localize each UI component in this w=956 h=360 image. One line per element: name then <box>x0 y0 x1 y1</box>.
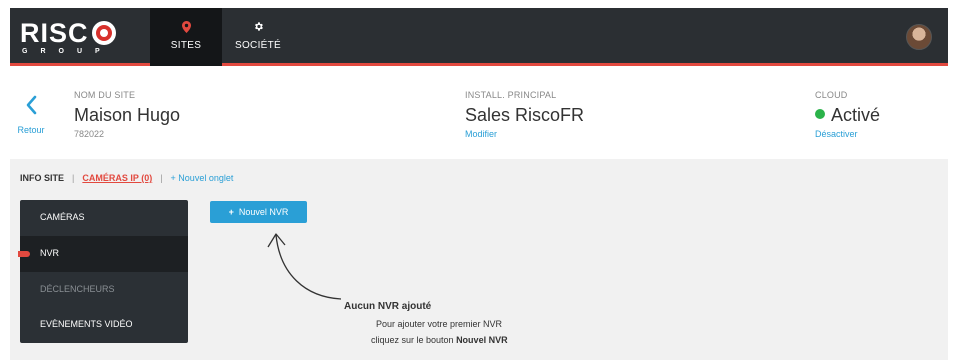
deactivate-cloud-link[interactable]: Désactiver <box>815 129 880 139</box>
nav-label-societe: SOCIÉTÉ <box>235 40 281 51</box>
back-label: Retour <box>17 125 45 135</box>
installer-value: Sales RiscoFR <box>465 105 585 125</box>
site-name-value: Maison Hugo <box>74 105 181 125</box>
nav-item-societe[interactable]: SOCIÉTÉ <box>222 8 294 66</box>
nav-label-sites: SITES <box>170 40 202 51</box>
nav-item-sites[interactable]: SITES <box>150 8 222 66</box>
cloud-block: CLOUD Activé Désactiver <box>815 90 880 139</box>
menu-item-nvr-label: NVR <box>40 247 60 258</box>
cloud-status-value: Activé <box>831 105 881 125</box>
user-avatar[interactable] <box>906 24 932 50</box>
site-info-header: Retour NOM DU SITE Maison Hugo 782022 IN… <box>10 69 948 159</box>
modify-installer-link[interactable]: Modifier <box>465 129 584 139</box>
site-id: 782022 <box>74 129 105 139</box>
tab-separator: | <box>72 173 75 183</box>
tab-cameras-ip[interactable]: CAMÉRAS IP (0) <box>82 173 152 183</box>
empty-state-hint-button-name: Nouvel NVR <box>456 335 508 345</box>
camera-side-menu: CAMÉRAS NVR DÉCLENCHEURS EVÈNEMENTS VIDÉ… <box>18 200 188 343</box>
logo-wordmark: RISC <box>20 18 89 48</box>
content-area: INFO SITE | CAMÉRAS IP (0) | + Nouvel onglet… <box>10 159 948 360</box>
back-button[interactable]: Retour <box>10 95 52 135</box>
empty-state-hint: cliquez sur le bouton Nouvel NVR <box>371 335 508 345</box>
site-name-block: NOM DU SITE Maison Hugo 782022 <box>74 90 180 139</box>
plus-icon: + <box>228 207 234 217</box>
menu-item-video-events[interactable]: EVÈNEMENTS VIDÉO <box>20 307 188 343</box>
risco-logo[interactable]: RISC GROUP <box>20 18 132 58</box>
menu-item-cameras[interactable]: CAMÉRAS <box>20 200 188 236</box>
new-nvr-button-label: Nouvel NVR <box>238 207 289 217</box>
empty-state-text: Pour ajouter votre premier NVR <box>376 319 503 329</box>
empty-state-hint-text: cliquez sur le bouton <box>371 335 457 345</box>
cloud-label: CLOUD <box>815 90 848 100</box>
installer-block: INSTALL. PRINCIPAL Sales RiscoFR Modifie… <box>465 90 584 139</box>
empty-state-title: Aucun NVR ajouté <box>344 301 432 312</box>
tab-separator: | <box>160 173 163 183</box>
chevron-left-icon <box>10 95 52 119</box>
status-dot-icon <box>815 109 825 119</box>
menu-item-triggers[interactable]: DÉCLENCHEURS <box>20 272 188 308</box>
new-nvr-button[interactable]: + Nouvel NVR <box>210 201 307 223</box>
installer-label: INSTALL. PRINCIPAL <box>465 90 557 100</box>
site-name-label: NOM DU SITE <box>74 90 136 100</box>
menu-item-nvr[interactable]: NVR <box>18 235 188 272</box>
gear-icon <box>222 21 294 35</box>
site-tabs: INFO SITE | CAMÉRAS IP (0) | + Nouvel onglet <box>20 173 233 183</box>
cloud-status: Activé <box>815 104 880 126</box>
logo-emblem-icon <box>92 21 116 45</box>
map-pin-icon <box>150 21 222 35</box>
logo-subtitle: GROUP <box>22 48 113 55</box>
active-marker <box>18 250 30 257</box>
tab-info-site[interactable]: INFO SITE <box>20 173 64 183</box>
new-tab-link[interactable]: + Nouvel onglet <box>171 173 234 183</box>
top-navigation-bar: RISC GROUP SITES SOCIÉTÉ <box>10 8 948 66</box>
